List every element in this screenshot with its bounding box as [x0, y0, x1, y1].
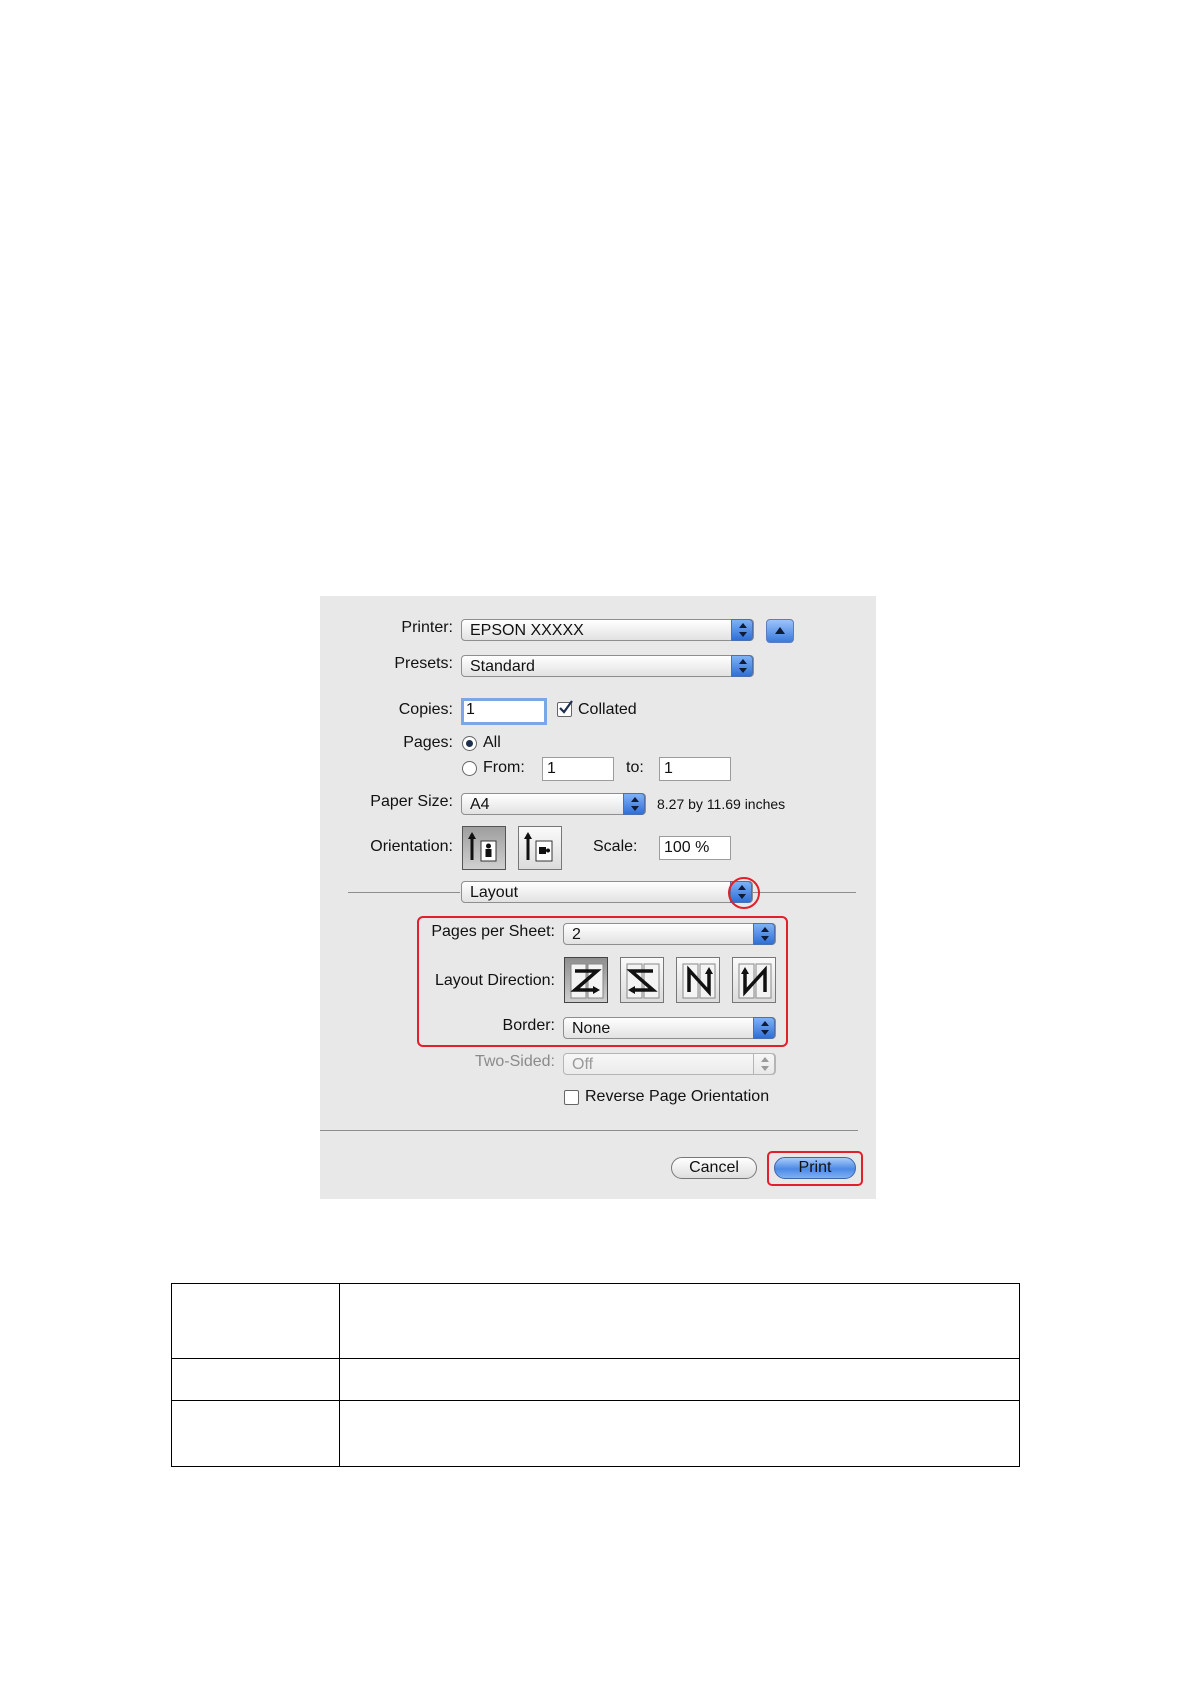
- table-row: [171, 1358, 1020, 1401]
- layout-direction-group: [564, 957, 779, 1005]
- orientation-label: Orientation:: [370, 838, 453, 855]
- pages-per-sheet-popup[interactable]: 2: [563, 923, 776, 945]
- printer-popup[interactable]: EPSON XXXXX: [461, 619, 754, 641]
- paper-size-label: Paper Size:: [370, 793, 453, 810]
- separator-left: [348, 892, 460, 893]
- z-direction-icon: [570, 963, 604, 999]
- cancel-button[interactable]: Cancel: [671, 1157, 757, 1179]
- table-cell: [339, 1358, 1020, 1401]
- printer-value: EPSON XXXXX: [470, 622, 584, 639]
- layout-direction-reverse-z-button[interactable]: [620, 957, 664, 1003]
- panel-value: Layout: [470, 884, 519, 901]
- pages-per-sheet-label: Pages per Sheet:: [431, 923, 555, 940]
- reverse-page-orientation-label: Reverse Page Orientation: [585, 1088, 770, 1105]
- presets-value: Standard: [470, 658, 535, 675]
- popup-arrows-icon: [623, 793, 645, 815]
- paper-dimensions: 8.27 by 11.69 inches: [657, 796, 786, 812]
- two-sided-label: Two-Sided:: [474, 1053, 555, 1070]
- portrait-icon: [468, 832, 497, 862]
- landscape-icon: [524, 832, 553, 862]
- landscape-button[interactable]: [518, 826, 562, 870]
- border-popup[interactable]: None: [563, 1017, 776, 1039]
- bottom-separator: [320, 1130, 858, 1131]
- pages-all-radio[interactable]: [462, 736, 477, 751]
- layout-direction-label: Layout Direction:: [434, 972, 555, 989]
- paper-size-value: A4: [470, 796, 490, 813]
- scale-input[interactable]: 100 %: [659, 836, 731, 860]
- table-cell: [339, 1283, 1020, 1359]
- pages-from-label: From:: [483, 759, 525, 776]
- layout-direction-reverse-n-button[interactable]: [732, 957, 776, 1003]
- table-row: [171, 1400, 1020, 1467]
- portrait-button[interactable]: [462, 826, 506, 870]
- reverse-page-orientation-checkbox[interactable]: [564, 1090, 579, 1105]
- popup-arrows-icon: [753, 923, 775, 945]
- reverse-z-direction-icon: [626, 963, 660, 999]
- highlight-circle: [728, 877, 760, 909]
- print-highlight-box: [767, 1151, 863, 1186]
- presets-popup[interactable]: Standard: [461, 655, 754, 677]
- triangle-up-icon: [775, 627, 785, 634]
- popup-arrows-icon: [753, 1053, 775, 1075]
- table-row: [171, 1283, 1020, 1359]
- collated-label: Collated: [578, 701, 637, 718]
- separator-right: [752, 892, 856, 893]
- pages-to-label: to:: [626, 759, 644, 776]
- border-value: None: [572, 1020, 611, 1037]
- table-cell: [171, 1358, 340, 1401]
- pages-from-radio[interactable]: [462, 761, 477, 776]
- border-label: Border:: [502, 1017, 555, 1034]
- popup-arrows-icon: [753, 1017, 775, 1039]
- layout-direction-n-button[interactable]: [676, 957, 720, 1003]
- print-dialog: Printer: EPSON XXXXX Presets: Standard C…: [320, 596, 876, 1199]
- pages-per-sheet-value: 2: [572, 926, 581, 943]
- panel-popup[interactable]: Layout: [461, 881, 753, 903]
- pages-to-input[interactable]: 1: [659, 757, 731, 781]
- checkmark-icon: [559, 700, 573, 714]
- scale-label: Scale:: [593, 838, 638, 855]
- presets-label: Presets:: [394, 655, 453, 672]
- popup-arrows-icon: [731, 619, 753, 641]
- pages-all-label: All: [483, 734, 501, 751]
- table-cell: [171, 1400, 340, 1467]
- pages-label: Pages:: [403, 734, 453, 751]
- reverse-n-direction-icon: [738, 963, 772, 999]
- copies-label: Copies:: [398, 701, 453, 718]
- popup-arrows-icon: [731, 655, 753, 677]
- table-cell: [171, 1283, 340, 1359]
- printer-label: Printer:: [401, 619, 453, 636]
- pages-from-input[interactable]: 1: [542, 757, 614, 781]
- paper-size-popup[interactable]: A4: [461, 793, 646, 815]
- n-direction-icon: [682, 963, 716, 999]
- collated-checkbox[interactable]: [557, 700, 573, 717]
- disclosure-button[interactable]: [766, 619, 794, 643]
- two-sided-value: Off: [572, 1056, 594, 1073]
- document-table: [171, 1283, 1020, 1467]
- two-sided-popup: Off: [563, 1053, 776, 1075]
- table-cell: [339, 1400, 1020, 1467]
- layout-direction-z-button[interactable]: [564, 957, 608, 1003]
- copies-input[interactable]: 1: [461, 698, 547, 725]
